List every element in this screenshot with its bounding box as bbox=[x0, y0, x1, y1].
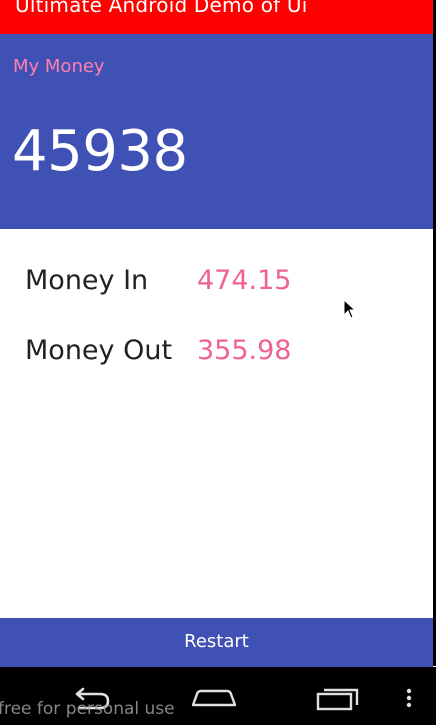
money-in-row: Money In 474.15 bbox=[25, 261, 425, 301]
money-in-value: 474.15 bbox=[197, 265, 292, 296]
home-icon bbox=[191, 689, 237, 707]
app-title: Ultimate Android Demo of Ui bbox=[15, 0, 308, 17]
recents-icon bbox=[316, 688, 359, 711]
money-header: My Money 45938 bbox=[0, 34, 433, 229]
recents-button[interactable] bbox=[313, 681, 363, 715]
money-summary: Money In 474.15 Money Out 355.98 bbox=[0, 229, 433, 618]
home-button[interactable] bbox=[189, 681, 239, 715]
money-in-label: Money In bbox=[25, 265, 149, 296]
overflow-menu-button[interactable] bbox=[396, 681, 420, 715]
app-screen: Ultimate Android Demo of Ui My Money 459… bbox=[0, 0, 436, 725]
mouse-cursor-icon bbox=[343, 299, 357, 319]
money-out-label: Money Out bbox=[25, 335, 173, 366]
balance-value: 45938 bbox=[12, 119, 188, 184]
watermark-text: free for personal use bbox=[0, 699, 175, 719]
overflow-menu-icon bbox=[406, 688, 412, 708]
restart-button[interactable]: Restart bbox=[0, 618, 433, 667]
money-out-value: 355.98 bbox=[197, 335, 292, 366]
title-bar: Ultimate Android Demo of Ui bbox=[0, 0, 433, 34]
my-money-label: My Money bbox=[13, 56, 105, 77]
money-out-row: Money Out 355.98 bbox=[25, 331, 425, 371]
restart-label: Restart bbox=[184, 631, 249, 652]
